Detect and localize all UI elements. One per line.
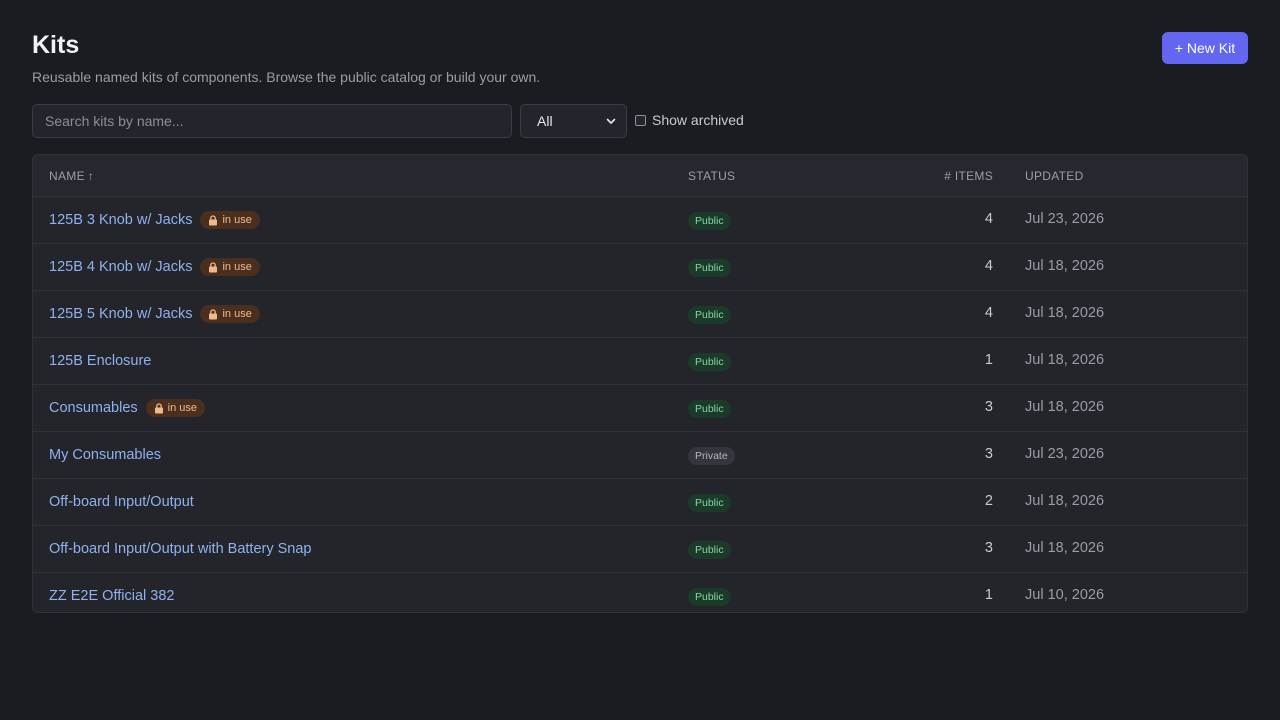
status-filter-select[interactable]: All bbox=[520, 104, 627, 138]
search-input[interactable] bbox=[32, 104, 512, 138]
show-archived-toggle[interactable]: Show archived bbox=[635, 112, 744, 128]
updated-date: Jul 10, 2026 bbox=[1025, 587, 1105, 603]
updated-date: Jul 18, 2026 bbox=[1025, 540, 1105, 556]
page-subtitle: Reusable named kits of components. Brows… bbox=[32, 69, 541, 85]
updated-date: Jul 23, 2026 bbox=[1025, 211, 1105, 227]
status-badge: Public bbox=[688, 259, 731, 277]
in-use-badge: in use bbox=[200, 305, 260, 323]
show-archived-label: Show archived bbox=[652, 112, 744, 128]
status-cell: Private bbox=[688, 446, 735, 465]
table-row[interactable]: Off-board Input/Output Public 2 Jul 18, … bbox=[33, 479, 1247, 526]
updated-date: Jul 18, 2026 bbox=[1025, 305, 1105, 321]
kit-name-cell: 125B 4 Knob w/ Jacks in use bbox=[49, 244, 260, 290]
table-row[interactable]: Off-board Input/Output with Battery Snap… bbox=[33, 526, 1247, 573]
item-count: 3 bbox=[984, 540, 993, 556]
in-use-badge: in use bbox=[200, 258, 260, 276]
item-count: 1 bbox=[984, 352, 993, 368]
item-count: 3 bbox=[984, 399, 993, 415]
table-body: 125B 3 Knob w/ Jacks in use Public 4 Jul… bbox=[33, 197, 1247, 612]
kit-name-link[interactable]: ZZ E2E Official 382 bbox=[49, 588, 174, 604]
status-cell: Public bbox=[688, 211, 731, 230]
table-row[interactable]: ZZ E2E Official 382 Public 1 Jul 10, 202… bbox=[33, 573, 1247, 612]
updated-date: Jul 18, 2026 bbox=[1025, 352, 1105, 368]
status-cell: Public bbox=[688, 258, 731, 277]
in-use-label: in use bbox=[167, 402, 198, 414]
kit-name-link[interactable]: 125B 5 Knob w/ Jacks bbox=[49, 306, 192, 322]
lock-icon bbox=[154, 402, 163, 413]
kit-name-link[interactable]: 125B 3 Knob w/ Jacks bbox=[49, 212, 192, 228]
kit-name-cell: 125B 5 Knob w/ Jacks in use bbox=[49, 291, 260, 337]
kit-name-link[interactable]: Consumables bbox=[49, 400, 138, 416]
kits-table: NAME ↑ STATUS # ITEMS UPDATED 125B 3 Kno… bbox=[32, 154, 1248, 613]
item-count: 4 bbox=[984, 211, 993, 227]
item-count: 4 bbox=[984, 258, 993, 274]
lock-icon bbox=[209, 308, 218, 319]
table-row[interactable]: 125B Enclosure Public 1 Jul 18, 2026 bbox=[33, 338, 1247, 385]
lock-icon bbox=[209, 214, 218, 225]
status-cell: Public bbox=[688, 493, 731, 512]
kit-name-cell: 125B Enclosure bbox=[49, 338, 151, 384]
column-header-status[interactable]: STATUS bbox=[688, 169, 735, 183]
updated-date: Jul 23, 2026 bbox=[1025, 446, 1105, 462]
kit-name-link[interactable]: 125B 4 Knob w/ Jacks bbox=[49, 259, 192, 275]
kit-name-cell: Off-board Input/Output bbox=[49, 479, 194, 525]
kit-name-link[interactable]: Off-board Input/Output with Battery Snap bbox=[49, 541, 312, 557]
chevron-down-icon bbox=[606, 118, 616, 124]
column-header-items[interactable]: # ITEMS bbox=[944, 169, 993, 183]
status-badge: Public bbox=[688, 212, 731, 230]
status-filter-value: All bbox=[537, 113, 553, 129]
status-cell: Public bbox=[688, 399, 731, 418]
item-count: 2 bbox=[984, 493, 993, 509]
status-badge: Public bbox=[688, 541, 731, 559]
status-badge: Private bbox=[688, 447, 735, 465]
kit-name-link[interactable]: 125B Enclosure bbox=[49, 353, 151, 369]
item-count: 1 bbox=[984, 587, 993, 603]
kit-name-link[interactable]: Off-board Input/Output bbox=[49, 494, 194, 510]
kit-name-cell: My Consumables bbox=[49, 432, 161, 478]
status-badge: Public bbox=[688, 353, 731, 371]
kit-name-cell: Consumables in use bbox=[49, 385, 206, 431]
column-header-updated[interactable]: UPDATED bbox=[1025, 169, 1084, 183]
status-cell: Public bbox=[688, 352, 731, 371]
status-badge: Public bbox=[688, 400, 731, 418]
status-badge: Public bbox=[688, 306, 731, 324]
in-use-badge: in use bbox=[200, 211, 260, 229]
column-name-label: NAME bbox=[49, 169, 85, 183]
table-row[interactable]: 125B 5 Knob w/ Jacks in use Public 4 Jul… bbox=[33, 291, 1247, 338]
updated-date: Jul 18, 2026 bbox=[1025, 399, 1105, 415]
kit-name-cell: ZZ E2E Official 382 bbox=[49, 573, 174, 612]
column-header-name[interactable]: NAME ↑ bbox=[49, 169, 94, 183]
updated-date: Jul 18, 2026 bbox=[1025, 493, 1105, 509]
arrow-up-icon: ↑ bbox=[87, 169, 95, 183]
status-badge: Public bbox=[688, 588, 731, 606]
in-use-label: in use bbox=[222, 261, 252, 273]
status-cell: Public bbox=[688, 540, 731, 559]
table-row[interactable]: 125B 3 Knob w/ Jacks in use Public 4 Jul… bbox=[33, 197, 1247, 244]
new-kit-button[interactable]: + New Kit bbox=[1162, 32, 1248, 64]
status-badge: Public bbox=[688, 494, 731, 512]
item-count: 4 bbox=[984, 305, 993, 321]
kit-name-cell: 125B 3 Knob w/ Jacks in use bbox=[49, 197, 260, 243]
kit-name-cell: Off-board Input/Output with Battery Snap bbox=[49, 526, 312, 572]
item-count: 3 bbox=[984, 446, 993, 462]
updated-date: Jul 18, 2026 bbox=[1025, 258, 1105, 274]
table-header: NAME ↑ STATUS # ITEMS UPDATED bbox=[33, 155, 1247, 197]
in-use-badge: in use bbox=[145, 399, 206, 417]
lock-icon bbox=[209, 261, 218, 272]
table-row[interactable]: My Consumables Private 3 Jul 23, 2026 bbox=[33, 432, 1247, 479]
in-use-label: in use bbox=[222, 214, 252, 226]
status-cell: Public bbox=[688, 587, 731, 606]
page-title: Kits bbox=[32, 31, 80, 59]
show-archived-checkbox[interactable] bbox=[635, 114, 646, 126]
kit-name-link[interactable]: My Consumables bbox=[49, 447, 161, 463]
in-use-label: in use bbox=[222, 308, 252, 320]
table-row[interactable]: Consumables in use Public 3 Jul 18, 2026 bbox=[33, 385, 1247, 432]
status-cell: Public bbox=[688, 305, 731, 324]
table-row[interactable]: 125B 4 Knob w/ Jacks in use Public 4 Jul… bbox=[33, 244, 1247, 291]
